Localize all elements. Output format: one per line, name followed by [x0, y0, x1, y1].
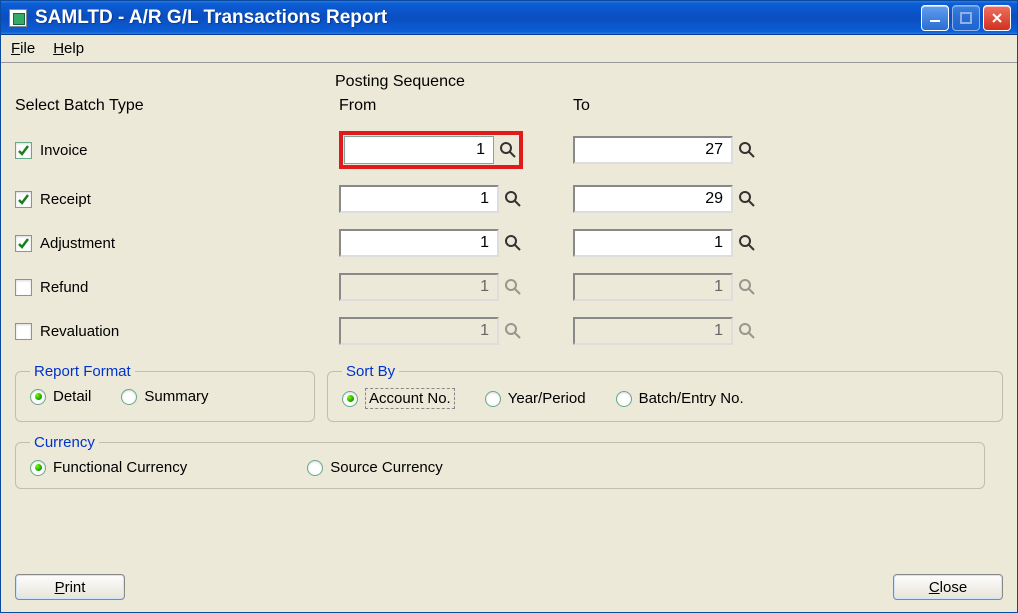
lookup-icon-to-refund — [737, 277, 757, 297]
menu-file[interactable]: File — [11, 40, 35, 57]
radio-detail[interactable]: Detail — [30, 388, 91, 405]
minimize-button[interactable] — [921, 5, 949, 31]
radio-dot-icon — [121, 389, 137, 405]
lookup-icon-from-refund — [503, 277, 523, 297]
lookup-icon-to-adjustment[interactable] — [737, 233, 757, 253]
batch-grid: Select Batch Type From To Invoice — [15, 97, 1003, 345]
lookup-icon-to-invoice[interactable] — [737, 140, 757, 160]
lookup-icon-from-revaluation — [503, 321, 523, 341]
to-input-invoice[interactable] — [573, 136, 733, 164]
sort-by-group: Sort By Account No. Year/Period Batch/En… — [327, 363, 1003, 422]
checkbox-refund[interactable] — [15, 279, 32, 296]
radio-year-period-label: Year/Period — [508, 390, 586, 407]
select-batch-type-label: Select Batch Type — [15, 97, 325, 115]
batch-row-revaluation: Revaluation — [15, 323, 325, 340]
checkbox-adjustment[interactable] — [15, 235, 32, 252]
radio-summary-label: Summary — [144, 388, 208, 405]
checkbox-refund-label: Refund — [40, 279, 88, 296]
radio-source-label: Source Currency — [330, 459, 443, 476]
to-input-refund — [573, 273, 733, 301]
highlight-from-invoice — [339, 131, 523, 169]
close-window-button[interactable] — [983, 5, 1011, 31]
to-input-adjustment[interactable] — [573, 229, 733, 257]
close-button-rest: lose — [940, 579, 968, 596]
radio-dot-icon — [342, 391, 358, 407]
radio-account-no[interactable]: Account No. — [342, 388, 455, 409]
currency-group: Currency Functional Currency Source Curr… — [15, 434, 985, 489]
radio-dot-icon — [485, 391, 501, 407]
to-input-revaluation — [573, 317, 733, 345]
batch-row-adjustment: Adjustment — [15, 235, 325, 252]
checkbox-invoice-label: Invoice — [40, 142, 88, 159]
print-button[interactable]: Print — [15, 574, 125, 600]
print-button-rest: rint — [65, 579, 86, 596]
from-input-revaluation — [339, 317, 499, 345]
radio-batch-entry-no[interactable]: Batch/Entry No. — [616, 390, 744, 407]
lookup-icon-to-receipt[interactable] — [737, 189, 757, 209]
batch-row-invoice: Invoice — [15, 142, 325, 159]
radio-dot-icon — [307, 460, 323, 476]
radio-dot-icon — [616, 391, 632, 407]
checkbox-revaluation[interactable] — [15, 323, 32, 340]
menu-file-rest: ile — [20, 40, 35, 57]
bottom-bar: Print Close — [15, 574, 1003, 600]
window-buttons — [921, 5, 1011, 31]
currency-legend: Currency — [30, 434, 99, 451]
to-label: To — [573, 97, 793, 115]
checkbox-receipt[interactable] — [15, 191, 32, 208]
radio-source-currency[interactable]: Source Currency — [307, 459, 443, 476]
close-button[interactable]: Close — [893, 574, 1003, 600]
lookup-icon-from-receipt[interactable] — [503, 189, 523, 209]
lookup-icon-from-adjustment[interactable] — [503, 233, 523, 253]
radio-batch-entry-label: Batch/Entry No. — [639, 390, 744, 407]
from-input-invoice[interactable] — [344, 136, 494, 164]
lookup-icon-from-invoice[interactable] — [498, 140, 518, 160]
app-icon — [9, 9, 27, 27]
client-area: Posting Sequence Select Batch Type From … — [1, 63, 1017, 612]
titlebar: SAMLTD - A/R G/L Transactions Report — [1, 1, 1017, 35]
lookup-icon-to-revaluation — [737, 321, 757, 341]
from-input-refund — [339, 273, 499, 301]
checkbox-receipt-label: Receipt — [40, 191, 91, 208]
posting-sequence-label: Posting Sequence — [335, 73, 1003, 91]
radio-functional-label: Functional Currency — [53, 459, 187, 476]
checkbox-revaluation-label: Revaluation — [40, 323, 119, 340]
checkbox-invoice[interactable] — [15, 142, 32, 159]
radio-summary[interactable]: Summary — [121, 388, 208, 405]
checkbox-adjustment-label: Adjustment — [40, 235, 115, 252]
window-title: SAMLTD - A/R G/L Transactions Report — [35, 7, 921, 29]
from-input-adjustment[interactable] — [339, 229, 499, 257]
app-window: SAMLTD - A/R G/L Transactions Report Fil… — [0, 0, 1018, 613]
radio-account-no-label: Account No. — [365, 388, 455, 409]
radio-dot-icon — [30, 389, 46, 405]
sort-by-legend: Sort By — [342, 363, 399, 380]
batch-row-refund: Refund — [15, 279, 325, 296]
radio-dot-icon — [30, 460, 46, 476]
menu-help-rest: elp — [64, 40, 84, 57]
to-input-receipt[interactable] — [573, 185, 733, 213]
report-format-group: Report Format Detail Summary — [15, 363, 315, 422]
radio-year-period[interactable]: Year/Period — [485, 390, 586, 407]
maximize-button — [952, 5, 980, 31]
menu-help[interactable]: Help — [53, 40, 84, 57]
radio-detail-label: Detail — [53, 388, 91, 405]
from-label: From — [339, 97, 559, 115]
report-format-legend: Report Format — [30, 363, 135, 380]
batch-row-receipt: Receipt — [15, 191, 325, 208]
from-input-receipt[interactable] — [339, 185, 499, 213]
radio-functional-currency[interactable]: Functional Currency — [30, 459, 187, 476]
menubar: File Help — [1, 35, 1017, 63]
